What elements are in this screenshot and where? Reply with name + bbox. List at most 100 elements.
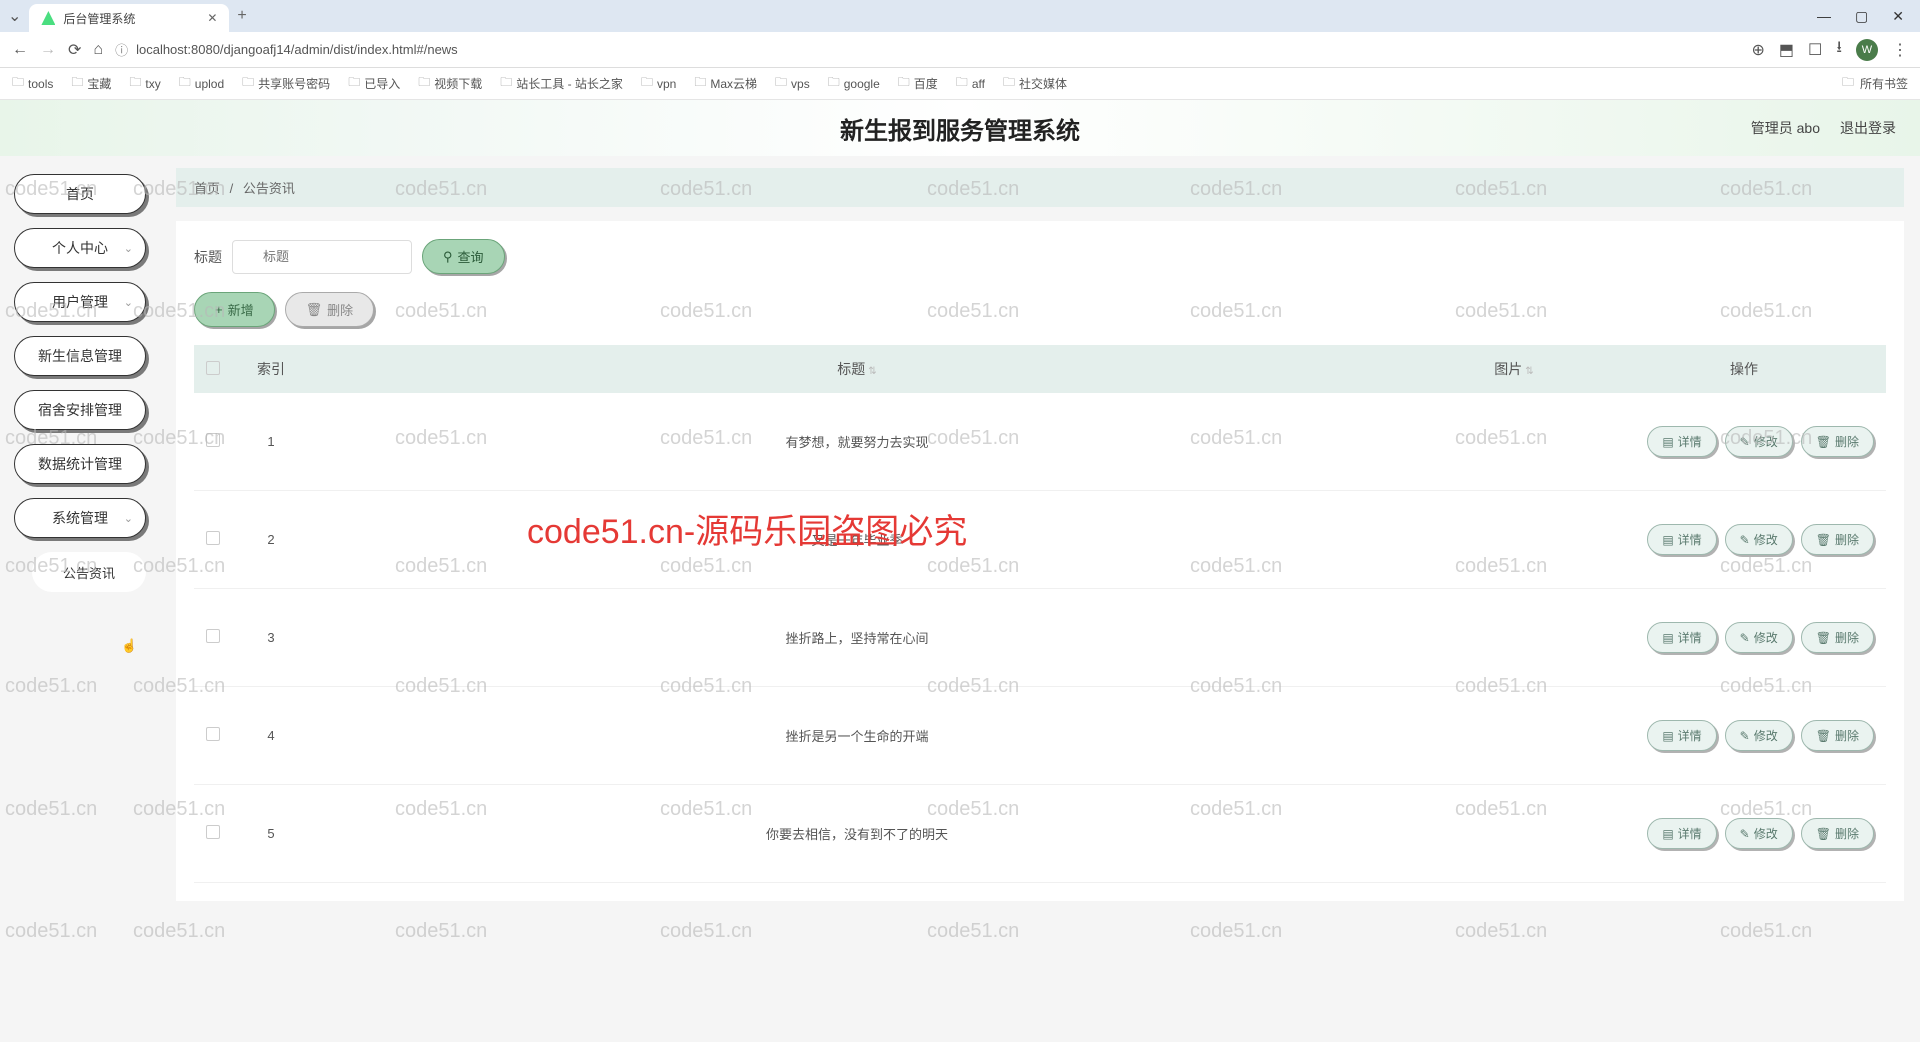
folder-icon (1842, 73, 1854, 94)
sidebar-item[interactable]: 宿舍安排管理 (14, 390, 146, 430)
close-icon[interactable]: ✕ (207, 11, 217, 25)
folder-icon (641, 73, 653, 94)
th-title[interactable]: 标题 (837, 361, 865, 377)
sidebar-item[interactable]: 数据统计管理 (14, 444, 146, 484)
edit-icon: ✎ (1740, 533, 1750, 547)
edit-icon: ✎ (1740, 435, 1750, 449)
sidebar-item[interactable]: 个人中心⌄ (14, 228, 146, 268)
doc-icon: ▤ (1662, 533, 1673, 547)
search-input[interactable] (232, 240, 412, 274)
row-checkbox[interactable] (206, 727, 220, 741)
bookmark-item[interactable]: 共享账号密码 (242, 73, 330, 94)
folder-icon (242, 73, 254, 94)
more-icon[interactable]: ⋮ (1892, 40, 1908, 60)
detail-button[interactable]: ▤详情 (1647, 818, 1716, 849)
table-row: 5你要去相信，没有到不了的明天▤详情✎修改🗑删除 (194, 785, 1886, 883)
bookmark-item[interactable]: aff (956, 73, 985, 94)
extension-icon[interactable]: ⬒ (1779, 40, 1794, 60)
row-delete-button[interactable]: 🗑删除 (1801, 818, 1874, 849)
bookmark-item[interactable]: txy (129, 73, 160, 94)
folder-icon (1003, 73, 1015, 94)
detail-button[interactable]: ▤详情 (1647, 524, 1716, 555)
new-tab-button[interactable]: + (237, 7, 246, 25)
bookmark-item[interactable]: 站长工具 - 站长之家 (500, 73, 623, 94)
add-label: 新增 (228, 300, 254, 319)
bookmark-icon[interactable]: ☐ (1808, 40, 1822, 60)
minimize-button[interactable]: — (1817, 8, 1831, 25)
trash-icon: 🗑 (1816, 729, 1831, 743)
dropdown-icon[interactable]: ⌄ (8, 6, 21, 26)
search-label: 标题 (194, 247, 222, 267)
address-bar[interactable]: ⓘ localhost:8080/djangoafj14/admin/dist/… (115, 40, 1739, 59)
detail-button[interactable]: ▤详情 (1647, 720, 1716, 751)
bookmark-item[interactable]: 视频下载 (418, 73, 482, 94)
user-label[interactable]: 管理员 abo (1751, 118, 1820, 138)
sort-icon[interactable]: ⇅ (1525, 366, 1533, 377)
sidebar-item[interactable]: 新生信息管理 (14, 336, 146, 376)
th-ops: 操作 (1614, 359, 1874, 379)
url-text: localhost:8080/djangoafj14/admin/dist/in… (136, 42, 458, 57)
folder-icon (179, 73, 191, 94)
row-delete-button[interactable]: 🗑删除 (1801, 720, 1874, 751)
edit-button[interactable]: ✎修改 (1725, 720, 1793, 751)
search-button[interactable]: ⚲ 查询 (422, 239, 505, 274)
delete-button[interactable]: 🗑 删除 (285, 292, 375, 327)
logout-link[interactable]: 退出登录 (1840, 118, 1896, 138)
edit-button[interactable]: ✎修改 (1725, 818, 1793, 849)
edit-button[interactable]: ✎修改 (1725, 426, 1793, 457)
bookmark-item[interactable]: tools (12, 73, 53, 94)
bookmark-item[interactable]: uplod (179, 73, 224, 94)
chevron-down-icon: ⌄ (124, 512, 133, 525)
folder-icon (71, 73, 83, 94)
row-checkbox[interactable] (206, 433, 220, 447)
cell-title: 又是一年毕业季 (300, 530, 1414, 549)
sort-icon[interactable]: ⇅ (868, 366, 876, 377)
cell-index: 1 (242, 434, 300, 449)
sidebar-item[interactable]: 系统管理⌄ (14, 498, 146, 538)
home-button[interactable]: ⌂ (93, 41, 103, 59)
row-checkbox[interactable] (206, 825, 220, 839)
profile-avatar[interactable]: W (1856, 39, 1878, 61)
cell-index: 5 (242, 826, 300, 841)
bookmark-item[interactable]: 宝藏 (71, 73, 111, 94)
row-checkbox[interactable] (206, 629, 220, 643)
sidebar-item[interactable]: 首页 (14, 174, 146, 214)
row-delete-button[interactable]: 🗑删除 (1801, 524, 1874, 555)
forward-button[interactable]: → (40, 41, 56, 59)
row-delete-button[interactable]: 🗑删除 (1801, 426, 1874, 457)
browser-tab[interactable]: 后台管理系统 ✕ (29, 4, 229, 32)
data-table: 索引 标题⇅ 图片⇅ 操作 1有梦想，就要努力去实现▤详情✎修改🗑删除2又是一年… (194, 345, 1886, 883)
maximize-button[interactable]: ▢ (1855, 8, 1868, 25)
select-all-checkbox[interactable] (206, 361, 220, 375)
back-button[interactable]: ← (12, 41, 28, 59)
detail-button[interactable]: ▤详情 (1647, 622, 1716, 653)
bookmark-item[interactable]: vps (775, 73, 810, 94)
search-button-label: 查询 (458, 247, 484, 266)
bookmark-item[interactable]: 社交媒体 (1003, 73, 1067, 94)
th-image[interactable]: 图片 (1494, 361, 1522, 377)
sidebar-item[interactable]: 用户管理⌄ (14, 282, 146, 322)
edit-button[interactable]: ✎修改 (1725, 524, 1793, 555)
breadcrumb-home[interactable]: 首页 (194, 181, 220, 196)
bookmark-item[interactable]: 百度 (898, 73, 938, 94)
key-icon[interactable]: ⊕ (1752, 40, 1765, 60)
add-button[interactable]: + 新增 (194, 292, 275, 327)
all-bookmarks[interactable]: 所有书签 (1860, 75, 1908, 92)
folder-icon (828, 73, 840, 94)
edit-button[interactable]: ✎修改 (1725, 622, 1793, 653)
delete-label: 删除 (327, 300, 353, 319)
bookmark-item[interactable]: 已导入 (348, 73, 400, 94)
row-checkbox[interactable] (206, 531, 220, 545)
bookmark-item[interactable]: Max云梯 (694, 73, 757, 94)
detail-button[interactable]: ▤详情 (1647, 426, 1716, 457)
bookmark-item[interactable]: vpn (641, 73, 676, 94)
download-icon[interactable]: ⭳ (1836, 36, 1842, 63)
bookmark-item[interactable]: google (828, 73, 880, 94)
cell-title: 挫折是另一个生命的开端 (300, 726, 1414, 745)
row-delete-button[interactable]: 🗑删除 (1801, 622, 1874, 653)
table-row: 1有梦想，就要努力去实现▤详情✎修改🗑删除 (194, 393, 1886, 491)
close-button[interactable]: ✕ (1892, 8, 1904, 25)
browser-right-icons: ⊕ ⬒ ☐ ⭳ W ⋮ (1752, 36, 1908, 63)
reload-button[interactable]: ⟳ (68, 40, 81, 60)
sidebar-sub-item[interactable]: 公告资讯 (32, 552, 146, 592)
